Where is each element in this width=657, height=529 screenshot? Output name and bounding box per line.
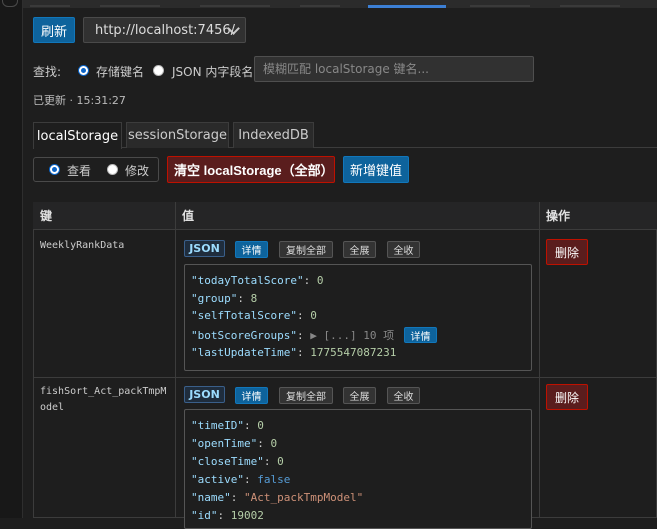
panel-icon — [2, 0, 18, 7]
json-line: "closeTime": 0 — [191, 455, 284, 468]
json-line-collapsed[interactable]: "botScoreGroups": ▶ [...] 10 项 — [191, 327, 394, 343]
updated-status: 已更新 · 15:31:27 — [33, 94, 126, 107]
delete-button[interactable]: 删除 — [546, 239, 588, 265]
radio-json-field[interactable] — [153, 65, 164, 76]
active-tab-indicator — [368, 5, 446, 8]
json-line: "name": "Act_packTmpModel" — [191, 491, 364, 504]
json-badge[interactable]: JSON — [184, 240, 225, 257]
radio-key-name-label: 存储键名 — [96, 65, 145, 79]
detail-button[interactable]: 详情 — [235, 387, 268, 404]
delete-button[interactable]: 删除 — [546, 384, 588, 410]
json-line: "openTime": 0 — [191, 437, 278, 450]
col-divider — [175, 202, 176, 518]
detail-button[interactable]: 详情 — [404, 327, 437, 343]
tab-indexeddb[interactable]: IndexedDB — [233, 122, 314, 148]
radio-key-name[interactable] — [78, 65, 89, 76]
col-divider — [539, 202, 540, 518]
tab-localstorage[interactable]: localStorage — [33, 122, 122, 149]
radio-mode-view-label: 查看 — [67, 164, 92, 178]
radio-mode-edit[interactable] — [107, 164, 118, 175]
json-badge[interactable]: JSON — [184, 386, 225, 403]
tab-sessionstorage[interactable]: sessionStorage — [126, 122, 229, 148]
expand-all-button[interactable]: 全展 — [343, 241, 376, 258]
row-key: fishSort_Act_packTmpModel — [40, 386, 167, 413]
json-line: "id": 19002 — [191, 509, 264, 522]
add-entry-button[interactable]: 新增键值 — [343, 156, 409, 183]
search-input[interactable]: 模糊匹配 localStorage 键名... — [254, 56, 534, 82]
left-activity-strip — [0, 0, 23, 518]
json-line: "lastUpdateTime": 1775547087231 — [191, 346, 397, 359]
browser-top-strip — [0, 0, 657, 8]
url-select[interactable]: http://localhost:7456/ — [83, 17, 246, 43]
refresh-button[interactable]: 刷新 — [33, 17, 75, 43]
collapse-all-button[interactable]: 全收 — [387, 241, 420, 258]
col-header-value: 值 — [175, 202, 539, 230]
json-line: "selfTotalScore": 0 — [191, 309, 317, 322]
radio-mode-edit-label: 修改 — [125, 164, 150, 178]
copy-all-button[interactable]: 复制全部 — [279, 387, 333, 404]
row-divider — [33, 377, 657, 378]
col-header-ops: 操作 — [539, 202, 657, 230]
json-line: "todayTotalScore": 0 — [191, 274, 324, 287]
json-viewer: "timeID": 0 "openTime": 0 "closeTime": 0… — [184, 409, 532, 529]
clear-localstorage-button[interactable]: 清空 localStorage（全部） — [167, 156, 335, 183]
json-line: "timeID": 0 — [191, 419, 264, 432]
copy-all-button[interactable]: 复制全部 — [279, 241, 333, 258]
expand-all-button[interactable]: 全展 — [343, 387, 376, 404]
radio-json-field-label: JSON 内字段名 — [172, 65, 254, 79]
url-select-value: http://localhost:7456/ — [95, 22, 236, 38]
radio-mode-view[interactable] — [49, 164, 60, 175]
collapse-all-button[interactable]: 全收 — [387, 387, 420, 404]
json-viewer: "todayTotalScore": 0 "group": 8 "selfTot… — [184, 264, 532, 371]
json-line: "active": false — [191, 473, 291, 486]
detail-button[interactable]: 详情 — [235, 241, 268, 258]
json-line: "group": 8 — [191, 292, 258, 305]
row-key: WeeklyRankData — [40, 240, 125, 251]
search-label: 查找: — [33, 65, 62, 79]
col-header-key: 键 — [33, 202, 175, 230]
